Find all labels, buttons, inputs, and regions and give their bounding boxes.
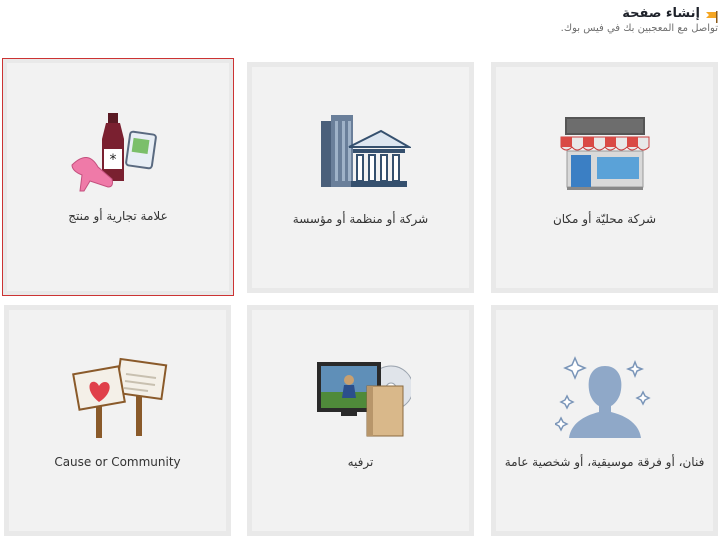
page-title: إنشاء صفحة bbox=[622, 6, 700, 21]
page-header: إنشاء صفحة تواصل مع المعجبين بك في فيس ب… bbox=[6, 6, 718, 34]
svg-text:*: * bbox=[110, 152, 117, 168]
tile-label: Cause or Community bbox=[54, 455, 181, 469]
page-subtitle: تواصل مع المعجبين بك في فيس بوك. bbox=[560, 23, 718, 34]
tile-cause-community[interactable]: Cause or Community bbox=[4, 305, 231, 536]
tile-label: فنان، أو فرقة موسيقية، أو شخصية عامة bbox=[504, 455, 705, 469]
signs-heart-icon bbox=[71, 357, 167, 438]
tile-label: شركة أو منظمة أو مؤسسة bbox=[292, 212, 429, 226]
storefront-icon bbox=[560, 117, 649, 190]
tile-label: شركة محليّة أو مكان bbox=[552, 212, 657, 226]
tile-label: علامة تجارية أو منتج bbox=[68, 209, 168, 223]
tile-entertainment[interactable]: ترفيه bbox=[247, 305, 474, 536]
tv-book-dvd-icon bbox=[316, 362, 411, 437]
tile-local-business[interactable]: شركة محليّة أو مكان bbox=[491, 62, 718, 293]
tile-label: ترفيه bbox=[347, 455, 374, 469]
tile-inner: * علامة تجارية أو منتج bbox=[3, 59, 233, 295]
orange-flag-icon bbox=[704, 8, 718, 23]
tile-company[interactable]: شركة أو منظمة أو مؤسسة bbox=[247, 62, 474, 293]
products-icon: * bbox=[71, 113, 157, 192]
tile-artist-public-figure[interactable]: فنان، أو فرقة موسيقية، أو شخصية عامة bbox=[491, 305, 718, 536]
person-silhouette-icon bbox=[554, 356, 651, 438]
tile-brand-product[interactable]: * علامة تجارية أو منتج bbox=[2, 58, 234, 296]
buildings-icon bbox=[320, 115, 411, 187]
